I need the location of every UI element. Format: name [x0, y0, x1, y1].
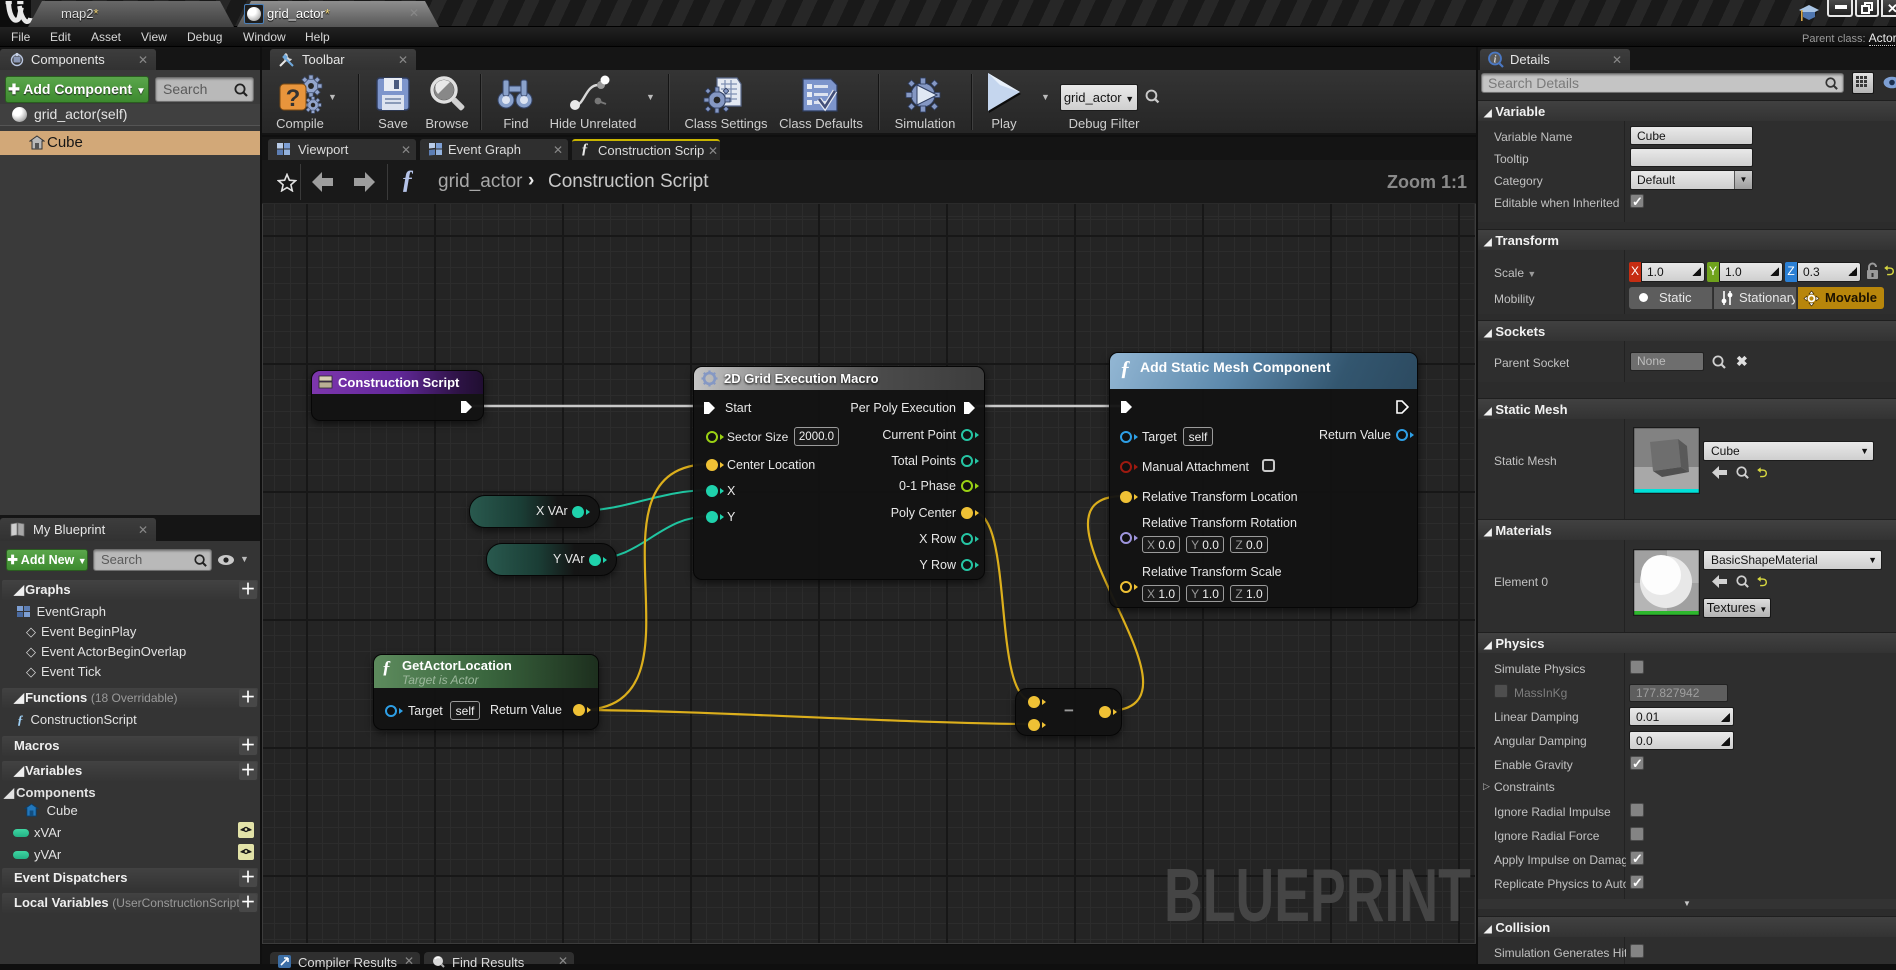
svg-text:i: i	[1494, 55, 1497, 66]
svg-text:?: ?	[286, 85, 301, 112]
